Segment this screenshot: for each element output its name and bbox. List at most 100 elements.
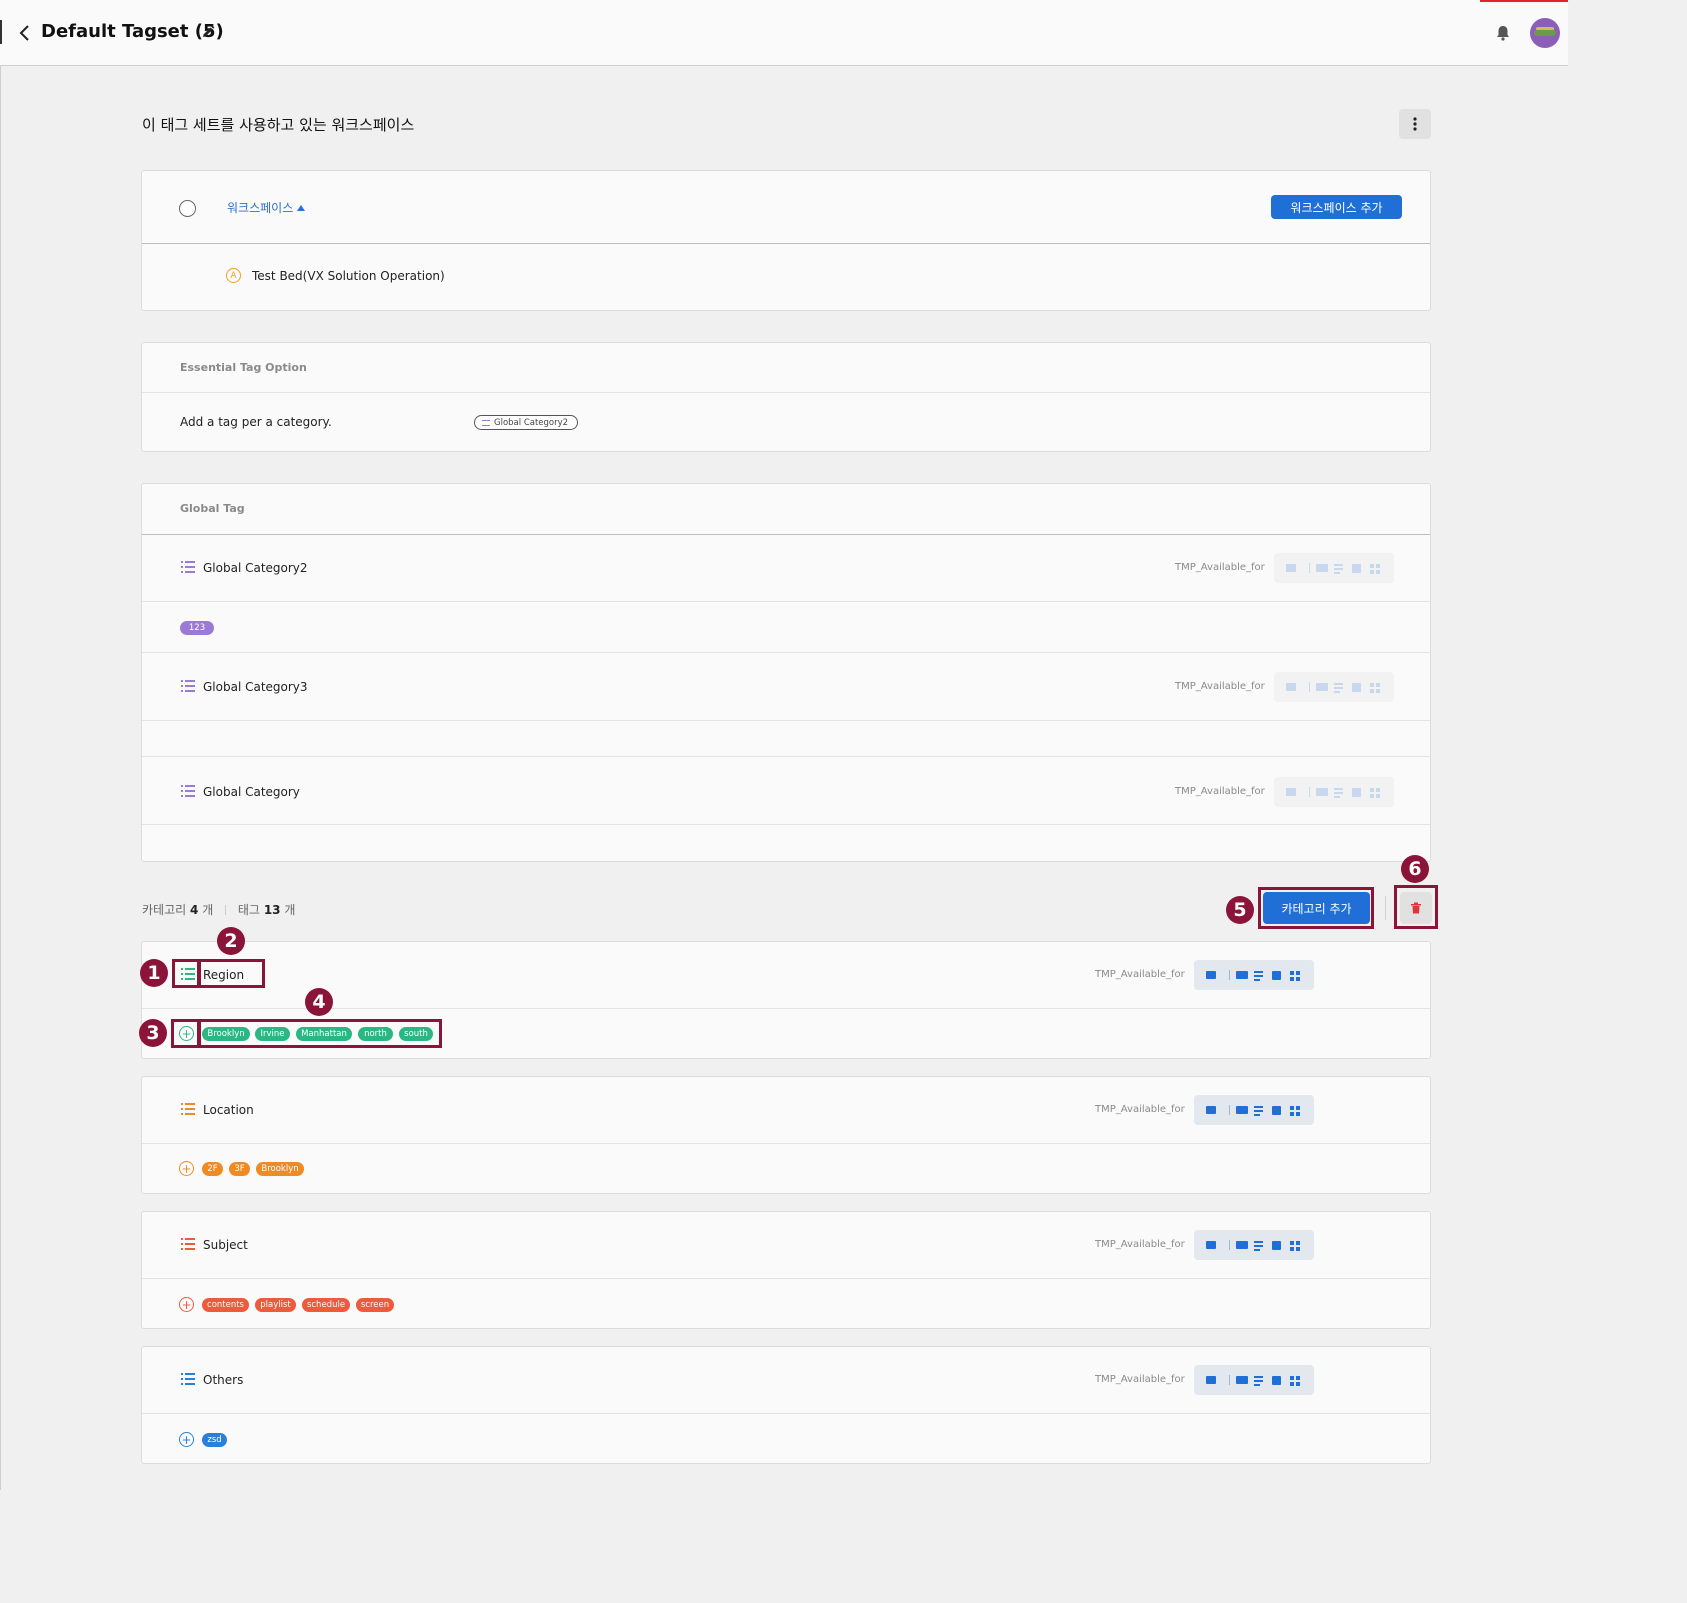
- permission-icons: [1194, 1095, 1314, 1125]
- permission-device-icons[interactable]: [1204, 1238, 1314, 1252]
- list-icon[interactable]: [181, 1238, 195, 1250]
- divider: [142, 1008, 1430, 1009]
- tag-chip[interactable]: 3F: [229, 1162, 250, 1176]
- trash-icon: [1411, 902, 1421, 914]
- divider: [142, 652, 1430, 653]
- divider: [142, 1143, 1430, 1144]
- permission-device-icons[interactable]: [1204, 1103, 1314, 1117]
- section-title: 이 태그 세트를 사용하고 있는 워크스페이스: [142, 116, 415, 134]
- more-options-icon[interactable]: [1399, 109, 1431, 139]
- category-name[interactable]: Location: [203, 1103, 254, 1117]
- tag-chip[interactable]: zsd: [202, 1433, 227, 1447]
- list-icon[interactable]: [181, 1373, 195, 1385]
- avatar-art: [1534, 30, 1556, 36]
- tag-chip[interactable]: Irvine: [255, 1027, 290, 1041]
- permission-device-icons[interactable]: [1284, 680, 1394, 694]
- annotation-badge-3: 3: [139, 1019, 167, 1047]
- permission-device-icons[interactable]: [1284, 561, 1394, 575]
- tag-count-unit: 개: [284, 903, 296, 917]
- edit-pencil-icon[interactable]: [200, 24, 216, 40]
- category-name[interactable]: Subject: [203, 1238, 248, 1252]
- tag-chip[interactable]: Manhattan: [296, 1027, 352, 1041]
- permission-icons: [1274, 553, 1394, 583]
- tag-chip[interactable]: 2F: [202, 1162, 223, 1176]
- essential-tag-card: Essential Tag Option Add a tag per a cat…: [141, 342, 1431, 452]
- tag-chip[interactable]: contents: [202, 1298, 249, 1312]
- permission-label: TMP_Available_for: [1175, 681, 1265, 692]
- permission-device-icons[interactable]: [1284, 785, 1394, 799]
- category-name: Global Category3: [203, 680, 308, 694]
- global-tag-card: Global Tag Global Category2 TMP_Availabl…: [141, 483, 1431, 862]
- category-card-region: Region TMP_Available_for + Brooklyn Irvi…: [141, 941, 1431, 1059]
- workspace-type-icon: A: [226, 268, 241, 283]
- list-icon[interactable]: [181, 1103, 195, 1115]
- workspace-item[interactable]: Test Bed(VX Solution Operation): [252, 269, 445, 283]
- add-workspace-button[interactable]: 워크스페이스 추가: [1271, 195, 1402, 219]
- divider: [142, 392, 1430, 393]
- category-count-unit: 개: [202, 903, 214, 917]
- global-tag-heading: Global Tag: [180, 502, 245, 515]
- select-all-radio[interactable]: [179, 200, 196, 217]
- permission-icons: [1274, 672, 1394, 702]
- divider: [142, 243, 1430, 244]
- divider: [142, 1278, 1430, 1279]
- divider: [142, 534, 1430, 535]
- divider: [142, 601, 1430, 602]
- permission-label: TMP_Available_for: [1095, 1374, 1185, 1385]
- permission-icons: [1194, 960, 1314, 990]
- page-title: Default Tagset (5): [41, 21, 224, 42]
- essential-description: Add a tag per a category.: [180, 415, 332, 429]
- delete-button[interactable]: [1400, 892, 1432, 924]
- add-tag-plus-icon[interactable]: +: [179, 1161, 194, 1176]
- tag-chip[interactable]: 123: [180, 621, 214, 635]
- essential-chip-label: Global Category2: [494, 417, 569, 428]
- annotation-badge-6: 6: [1401, 855, 1429, 883]
- add-category-button[interactable]: 카테고리 추가: [1263, 892, 1370, 924]
- annotation-badge-1: 1: [140, 959, 168, 987]
- header-edge: [0, 20, 2, 44]
- permission-icons: [1194, 1230, 1314, 1260]
- tag-chip[interactable]: schedule: [302, 1298, 350, 1312]
- sort-up-icon: [297, 205, 306, 211]
- add-tag-plus-icon[interactable]: +: [179, 1297, 194, 1312]
- annotation-badge-5: 5: [1226, 896, 1254, 924]
- back-arrow-icon[interactable]: [16, 22, 34, 44]
- tag-chip[interactable]: Brooklyn: [256, 1162, 304, 1176]
- separator: [225, 905, 227, 915]
- category-name[interactable]: Region: [203, 968, 244, 982]
- add-tag-plus-icon[interactable]: +: [179, 1432, 194, 1447]
- divider: [142, 824, 1430, 825]
- category-count: 4: [190, 903, 199, 917]
- workspace-sort-header[interactable]: 워크스페이스: [227, 199, 306, 216]
- bell-icon[interactable]: [1494, 24, 1512, 42]
- permission-device-icons[interactable]: [1204, 1373, 1314, 1387]
- tag-chip[interactable]: playlist: [255, 1298, 296, 1312]
- category-name: Global Category: [203, 785, 300, 799]
- workspace-sort-label: 워크스페이스: [227, 201, 294, 215]
- divider: [142, 720, 1430, 721]
- top-bar: Default Tagset (5): [0, 0, 1568, 66]
- category-name[interactable]: Others: [203, 1373, 243, 1387]
- category-card-others: Others TMP_Available_for + zsd: [141, 1346, 1431, 1464]
- list-icon: [181, 785, 195, 797]
- annotation-badge-4: 4: [305, 988, 333, 1016]
- permission-device-icons[interactable]: [1204, 968, 1314, 982]
- avatar[interactable]: [1530, 18, 1560, 48]
- category-card-location: Location TMP_Available_for + 2F 3F Brook…: [141, 1076, 1431, 1194]
- tag-chip[interactable]: south: [399, 1027, 433, 1041]
- category-card-subject: Subject TMP_Available_for + contents pla…: [141, 1211, 1431, 1329]
- list-icon[interactable]: [181, 968, 195, 980]
- divider: [142, 756, 1430, 757]
- add-tag-plus-icon[interactable]: +: [179, 1026, 194, 1041]
- permission-label: TMP_Available_for: [1095, 1239, 1185, 1250]
- list-icon: [482, 419, 490, 426]
- permission-label: TMP_Available_for: [1175, 562, 1265, 573]
- annotation-badge-2: 2: [217, 927, 245, 955]
- tag-chip[interactable]: north: [358, 1027, 393, 1041]
- permission-icons: [1274, 777, 1394, 807]
- tag-chip[interactable]: screen: [356, 1298, 394, 1312]
- tag-chip[interactable]: Brooklyn: [202, 1027, 250, 1041]
- workspace-card: 워크스페이스 워크스페이스 추가 A Test Bed(VX Solution …: [141, 170, 1431, 311]
- essential-heading: Essential Tag Option: [180, 361, 307, 374]
- essential-category-chip[interactable]: Global Category2: [474, 415, 579, 430]
